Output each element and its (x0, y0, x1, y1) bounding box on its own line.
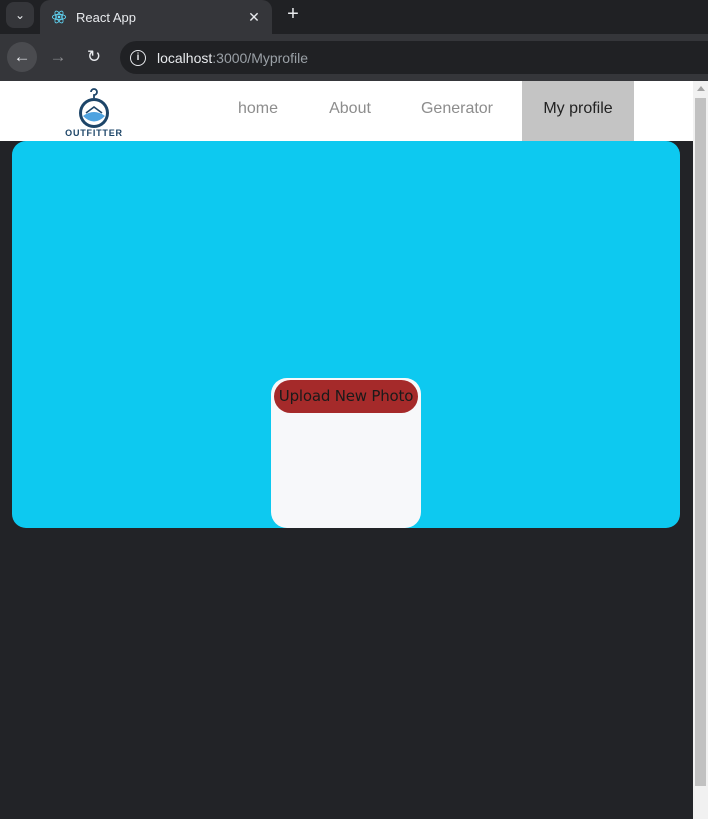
reload-icon: ↻ (86, 47, 102, 66)
hanger-logo-icon (79, 88, 109, 128)
scroll-up-arrow-icon[interactable] (697, 86, 705, 91)
scrollbar-thumb[interactable] (695, 98, 706, 786)
url-path: :3000/Myprofile (212, 49, 308, 66)
url-host: localhost (157, 49, 213, 66)
close-icon[interactable]: ✕ (246, 9, 262, 26)
react-icon (50, 8, 68, 26)
upload-photo-button[interactable]: Upload New Photo (274, 380, 418, 413)
outfitter-logo[interactable]: OUTFITTER (60, 86, 130, 140)
page-viewport: OUTFITTER home About Generator My profil… (0, 81, 708, 819)
browser-tab[interactable]: React App ✕ (40, 0, 272, 34)
browser-tabstrip: ⌄ React App ✕ + (0, 0, 708, 34)
info-icon[interactable]: i (130, 49, 146, 66)
nav-my-profile[interactable]: My profile (522, 81, 634, 141)
profile-photo-card: Upload New Photo (271, 378, 421, 528)
profile-banner: Upload New Photo (12, 141, 680, 528)
reload-button[interactable]: ↻ (79, 42, 109, 72)
forward-button[interactable]: → (43, 42, 73, 72)
browser-toolbar: ← → ↻ i localhost:3000/Myprofile (0, 34, 708, 81)
arrow-left-icon: ← (13, 47, 31, 66)
logo-text: OUTFITTER (65, 128, 123, 138)
back-button[interactable]: ← (7, 42, 37, 72)
nav-about[interactable]: About (318, 81, 382, 141)
scrollbar[interactable] (693, 81, 708, 819)
nav-home[interactable]: home (228, 81, 288, 141)
chevron-down-icon: ⌄ (14, 8, 26, 22)
arrow-right-icon: → (49, 47, 67, 66)
new-tab-button[interactable]: + (282, 3, 304, 25)
tab-title: React App (76, 9, 136, 25)
tab-search-button[interactable]: ⌄ (6, 2, 34, 28)
nav-generator[interactable]: Generator (412, 81, 502, 141)
address-bar[interactable]: i localhost:3000/Myprofile (120, 41, 708, 74)
site-navbar: OUTFITTER home About Generator My profil… (0, 81, 693, 141)
url-text: localhost:3000/Myprofile (157, 50, 308, 66)
